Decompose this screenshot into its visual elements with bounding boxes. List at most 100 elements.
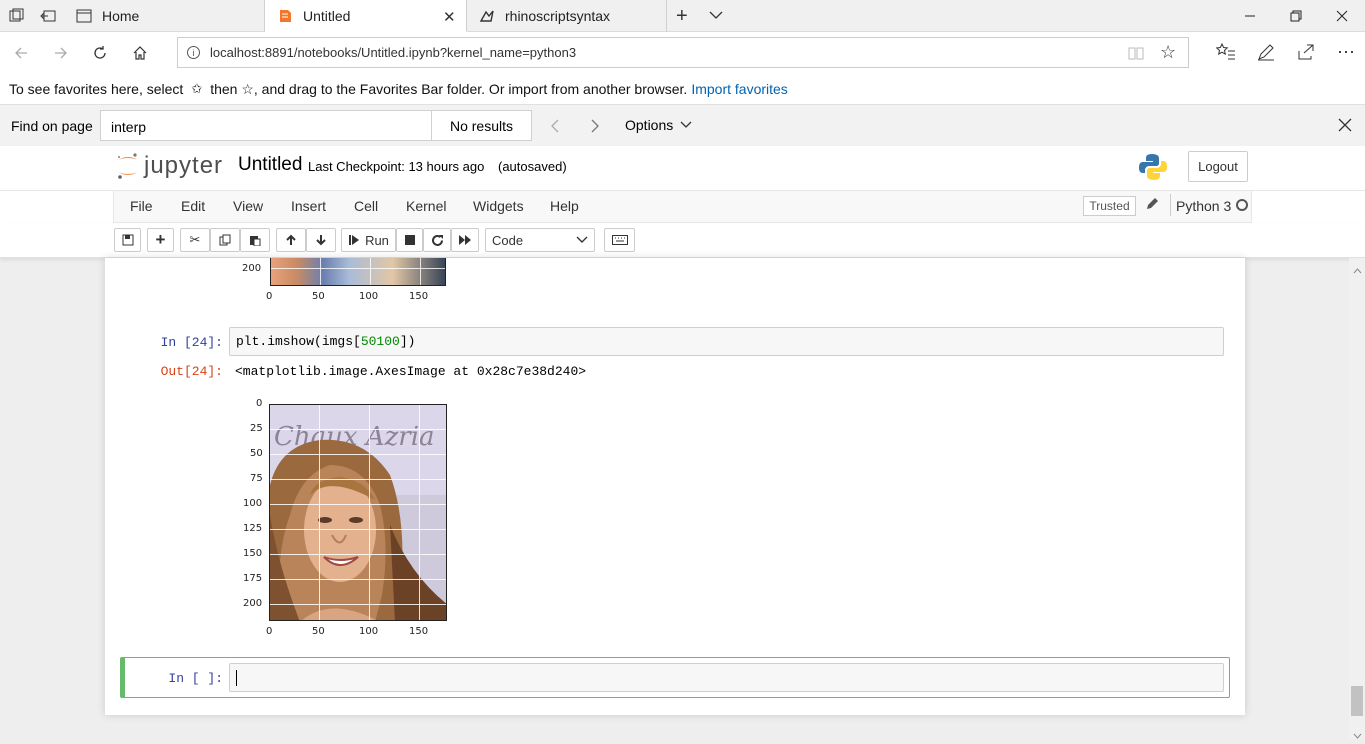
move-down-button[interactable] [306, 228, 336, 252]
keyboard-icon [611, 235, 628, 245]
jupyter-logo[interactable]: jupyter [116, 152, 223, 180]
code-input-24[interactable]: plt.imshow(imgs[50100]) [229, 327, 1224, 356]
restore-icon[interactable] [1273, 0, 1319, 32]
edit-pencil-icon[interactable] [1145, 197, 1159, 216]
find-options-label: Options [625, 117, 674, 133]
arrow-down-icon [316, 235, 326, 246]
tab-list-chevron-icon[interactable] [708, 7, 724, 28]
code-function: plt.imshow [236, 334, 315, 349]
menu-help[interactable]: Help [550, 198, 579, 214]
back-icon[interactable] [4, 36, 38, 70]
scroll-thumb[interactable] [1351, 686, 1363, 716]
tab-manager-icon[interactable] [8, 8, 24, 24]
page-scrollbar[interactable] [1349, 258, 1365, 739]
find-bar: Find on page interp No results Options [0, 104, 1365, 146]
notebook-container: 200 0 50 100 150 In [24]: plt.imshow(img… [105, 258, 1245, 715]
menu-cell[interactable]: Cell [354, 198, 378, 214]
run-button[interactable]: Run [341, 228, 396, 252]
forward-icon[interactable] [44, 36, 78, 70]
image-output: Chaux Azria [269, 404, 447, 621]
favorites-hint-2: then ☆, and drag to the Favorites Bar fo… [210, 80, 688, 97]
tab-title: rhinoscriptsyntax [505, 8, 611, 24]
y-tick: 175 [243, 573, 263, 584]
menu-bar-inner: File Edit View Insert Cell Kernel Widget… [113, 191, 1252, 223]
y-tick: 200 [243, 598, 263, 609]
find-label: Find on page [11, 118, 93, 134]
find-query[interactable]: interp [111, 119, 146, 135]
previous-image-output [270, 258, 446, 286]
x-tick: 50 [312, 291, 325, 302]
tab-rhinoscriptsyntax[interactable]: rhinoscriptsyntax [467, 0, 667, 32]
menu-kernel[interactable]: Kernel [406, 198, 446, 214]
paste-button[interactable] [240, 228, 270, 252]
find-next-icon[interactable] [588, 118, 602, 137]
portrait-image: Chaux Azria [270, 405, 446, 620]
step-forward-icon [349, 235, 360, 245]
cut-button[interactable]: ✂ [180, 228, 210, 252]
notebook-name[interactable]: Untitled [238, 154, 302, 176]
menu-file[interactable]: File [130, 198, 153, 214]
minimize-icon[interactable] [1227, 0, 1273, 32]
home-icon[interactable] [123, 36, 157, 70]
menu-insert[interactable]: Insert [291, 198, 326, 214]
trusted-indicator[interactable]: Trusted [1083, 196, 1136, 216]
refresh-icon[interactable] [83, 36, 117, 70]
menu-view[interactable]: View [233, 198, 263, 214]
favorites-hub-icon[interactable] [1215, 42, 1236, 66]
tab-home[interactable]: Home [64, 0, 265, 32]
address-field[interactable]: i localhost:8891/notebooks/Untitled.ipyn… [177, 37, 1189, 68]
code-input-empty[interactable] [229, 663, 1224, 692]
find-results: No results [432, 110, 532, 141]
web-note-icon[interactable] [1256, 43, 1276, 66]
output-prompt: Out[24]: [160, 364, 223, 379]
copy-button[interactable] [210, 228, 240, 252]
share-icon[interactable] [1296, 43, 1316, 66]
fast-forward-icon [459, 235, 471, 245]
logout-button[interactable]: Logout [1188, 151, 1248, 182]
tab-untitled[interactable]: Untitled ✕ [265, 0, 467, 32]
jupyter-tab-icon [277, 8, 293, 24]
page-icon [76, 8, 92, 24]
import-favorites-link[interactable]: Import favorites [691, 81, 787, 97]
close-tab-icon[interactable]: ✕ [443, 8, 456, 26]
jupyter-logo-icon [117, 153, 137, 179]
kernel-name[interactable]: Python 3 [1176, 198, 1231, 214]
kernel-idle-icon [1236, 199, 1248, 211]
save-button[interactable] [114, 228, 141, 252]
command-palette-button[interactable] [604, 228, 635, 252]
jupyter-header: jupyter Untitled Last Checkpoint: 13 hou… [0, 146, 1365, 191]
scroll-up-icon[interactable] [1353, 261, 1362, 279]
find-input[interactable]: interp [100, 110, 432, 141]
interrupt-button[interactable] [396, 228, 423, 252]
favorite-star-icon[interactable]: ☆ [1160, 42, 1176, 63]
url-text[interactable]: localhost:8891/notebooks/Untitled.ipynb?… [210, 45, 576, 60]
restart-button[interactable] [423, 228, 451, 252]
menu-edit[interactable]: Edit [181, 198, 205, 214]
y-tick: 200 [242, 263, 262, 274]
reading-view-icon[interactable] [1128, 45, 1144, 64]
set-tabs-aside-icon[interactable] [40, 8, 56, 24]
save-icon [122, 234, 133, 246]
y-tick: 125 [243, 523, 263, 534]
close-find-icon[interactable] [1338, 118, 1352, 135]
x-tick: 50 [312, 626, 325, 637]
site-info-icon[interactable]: i [187, 46, 200, 59]
insert-cell-button[interactable]: + [147, 228, 174, 252]
close-window-icon[interactable] [1319, 0, 1365, 32]
move-up-button[interactable] [276, 228, 306, 252]
input-prompt: In [ ]: [168, 671, 223, 686]
autosave-status: (autosaved) [498, 159, 567, 174]
x-tick: 150 [409, 291, 429, 302]
more-options-icon[interactable]: ⋯ [1337, 42, 1356, 63]
find-options-button[interactable]: Options [625, 117, 693, 133]
code-args-close: ]) [399, 334, 416, 349]
menu-bar: File Edit View Insert Cell Kernel Widget… [0, 191, 1365, 224]
menu-widgets[interactable]: Widgets [473, 198, 524, 214]
checkpoint-status: Last Checkpoint: 13 hours ago [308, 159, 485, 174]
restart-run-all-button[interactable] [451, 228, 479, 252]
cell-type-select[interactable]: Code [485, 228, 595, 252]
find-previous-icon[interactable] [548, 118, 562, 137]
scroll-down-icon[interactable] [1353, 726, 1362, 744]
run-label: Run [365, 232, 389, 248]
new-tab-icon[interactable]: + [676, 6, 688, 26]
